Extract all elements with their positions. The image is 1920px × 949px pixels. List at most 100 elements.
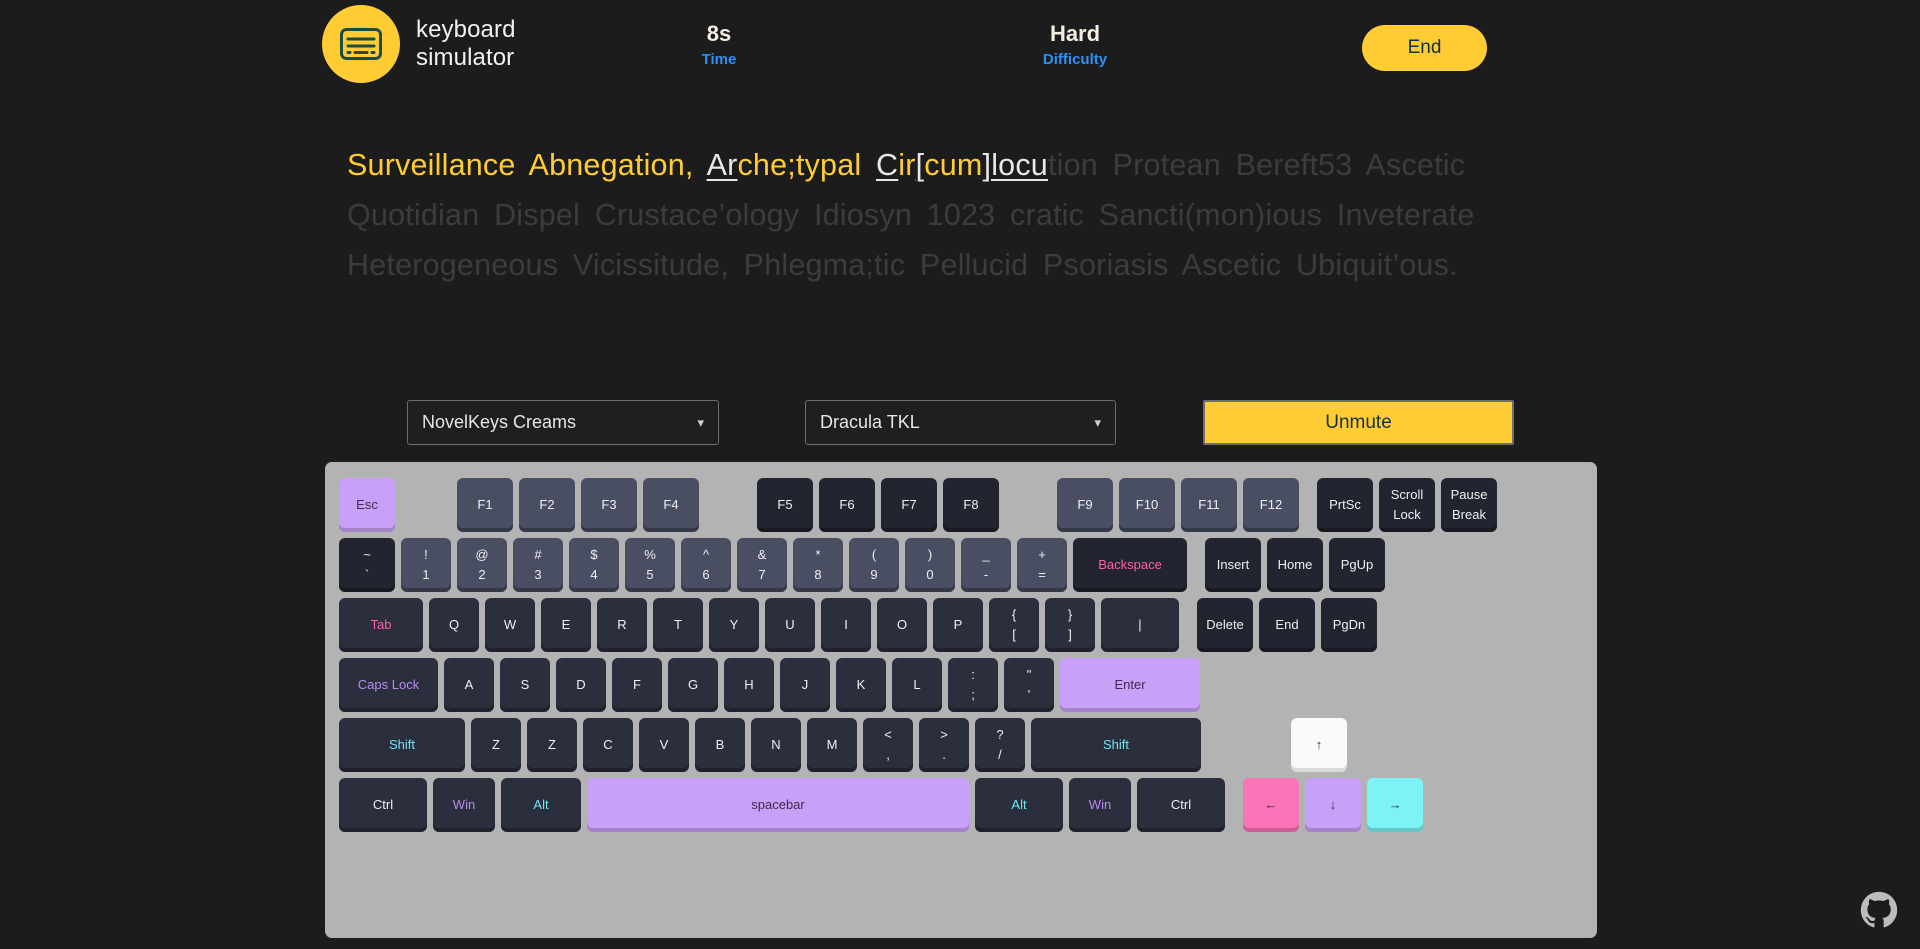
key-legend: Win — [1088, 796, 1112, 812]
key-key[interactable]: _ - — [961, 538, 1011, 592]
key-legend-bottom: - — [983, 567, 989, 582]
key-key[interactable]: ~ ` — [339, 538, 395, 592]
key-z[interactable]: Z — [527, 718, 577, 772]
key-7[interactable]: & 7 — [737, 538, 787, 592]
key-legend: Z — [492, 736, 500, 752]
key-a[interactable]: A — [444, 658, 494, 712]
key-key[interactable]: → — [1367, 778, 1423, 832]
key-spacebar[interactable]: spacebar — [587, 778, 969, 832]
key-r[interactable]: R — [597, 598, 647, 652]
key-enter[interactable]: Enter — [1060, 658, 1200, 712]
key-key[interactable]: :; — [948, 658, 998, 712]
key-caps-lock[interactable]: Caps Lock — [339, 658, 438, 712]
key-legend-bottom: 0 — [926, 567, 934, 582]
key-9[interactable]: (9 — [849, 538, 899, 592]
virtual-keyboard[interactable]: Esc F1 F2 F3 F4 F5 F6 F7 F8 F9 F10 F11 F12 PrtSc Scrol… — [325, 462, 1597, 938]
key-1[interactable]: ! 1 — [401, 538, 451, 592]
key-z[interactable]: Z — [471, 718, 521, 772]
key-f3[interactable]: F3 — [581, 478, 637, 532]
key-alt[interactable]: Alt — [975, 778, 1063, 832]
key-win[interactable]: Win — [433, 778, 495, 832]
key-pgup[interactable]: PgUp — [1329, 538, 1385, 592]
key-f5[interactable]: F5 — [757, 478, 813, 532]
key-6[interactable]: ^ 6 — [681, 538, 731, 592]
key-4[interactable]: $4 — [569, 538, 619, 592]
key-shift[interactable]: Shift — [339, 718, 465, 772]
key-insert[interactable]: Insert — [1205, 538, 1261, 592]
key-end[interactable]: End — [1259, 598, 1315, 652]
layout-select[interactable]: Dracula TKL ▾ — [805, 400, 1116, 445]
key-l[interactable]: L — [892, 658, 942, 712]
key-w[interactable]: W — [485, 598, 535, 652]
key-key[interactable]: | — [1101, 598, 1179, 652]
key-shift[interactable]: Shift — [1031, 718, 1201, 772]
key-i[interactable]: I — [821, 598, 871, 652]
key-scroll-lock[interactable]: Scroll Lock — [1379, 478, 1435, 532]
key-alt[interactable]: Alt — [501, 778, 581, 832]
key-v[interactable]: V — [639, 718, 689, 772]
key-m[interactable]: M — [807, 718, 857, 772]
key-j[interactable]: J — [780, 658, 830, 712]
key-key[interactable]: + = — [1017, 538, 1067, 592]
key-prtsc[interactable]: PrtSc — [1317, 478, 1373, 532]
key-5[interactable]: % 5 — [625, 538, 675, 592]
key-f[interactable]: F — [612, 658, 662, 712]
key-c[interactable]: C — [583, 718, 633, 772]
switch-select[interactable]: NovelKeys Creams ▾ — [407, 400, 719, 445]
key-s[interactable]: S — [500, 658, 550, 712]
key-g[interactable]: G — [668, 658, 718, 712]
key-legend: F2 — [539, 496, 555, 512]
key-y[interactable]: Y — [709, 598, 759, 652]
key-key[interactable]: <, — [863, 718, 913, 772]
key-p[interactable]: P — [933, 598, 983, 652]
key-key[interactable]: ↑ — [1291, 718, 1347, 772]
key-backspace[interactable]: Backspace — [1073, 538, 1187, 592]
key-f1[interactable]: F1 — [457, 478, 513, 532]
key-d[interactable]: D — [556, 658, 606, 712]
key-pgdn[interactable]: PgDn — [1321, 598, 1377, 652]
key-q[interactable]: Q — [429, 598, 479, 652]
key-ctrl[interactable]: Ctrl — [1137, 778, 1225, 832]
key-pause-break[interactable]: Pause Break — [1441, 478, 1497, 532]
key-u[interactable]: U — [765, 598, 815, 652]
key-f6[interactable]: F6 — [819, 478, 875, 532]
key-key[interactable]: >. — [919, 718, 969, 772]
key-ctrl[interactable]: Ctrl — [339, 778, 427, 832]
key-b[interactable]: B — [695, 718, 745, 772]
mute-toggle-button[interactable]: Unmute — [1203, 400, 1514, 445]
key-win[interactable]: Win — [1069, 778, 1131, 832]
key-f11[interactable]: F11 — [1181, 478, 1237, 532]
key-8[interactable]: * 8 — [793, 538, 843, 592]
key-f12[interactable]: F12 — [1243, 478, 1299, 532]
key-e[interactable]: E — [541, 598, 591, 652]
key-key[interactable]: " ' — [1004, 658, 1054, 712]
key-0[interactable]: ) 0 — [905, 538, 955, 592]
key-o[interactable]: O — [877, 598, 927, 652]
key-legend: Z — [548, 736, 556, 752]
key-3[interactable]: #3 — [513, 538, 563, 592]
key-f4[interactable]: F4 — [643, 478, 699, 532]
key-delete[interactable]: Delete — [1197, 598, 1253, 652]
key-k[interactable]: K — [836, 658, 886, 712]
key-f7[interactable]: F7 — [881, 478, 937, 532]
key-key[interactable]: ↓ — [1305, 778, 1361, 832]
key-tab[interactable]: Tab — [339, 598, 423, 652]
key-f8[interactable]: F8 — [943, 478, 999, 532]
key-h[interactable]: H — [724, 658, 774, 712]
key-key[interactable]: }] — [1045, 598, 1095, 652]
key-home[interactable]: Home — [1267, 538, 1323, 592]
key-key[interactable]: ? / — [975, 718, 1025, 772]
key-t[interactable]: T — [653, 598, 703, 652]
keyboard-row-bottom-row: Ctrl Win Alt spacebar Alt Win Ctrl ← ↓ → — [339, 778, 1583, 832]
github-icon[interactable] — [1860, 891, 1898, 929]
key-key[interactable]: ← — [1243, 778, 1299, 832]
key-f9[interactable]: F9 — [1057, 478, 1113, 532]
end-button[interactable]: End — [1362, 25, 1487, 71]
key-f10[interactable]: F10 — [1119, 478, 1175, 532]
key-esc[interactable]: Esc — [339, 478, 395, 532]
key-n[interactable]: N — [751, 718, 801, 772]
key-2[interactable]: @2 — [457, 538, 507, 592]
key-key[interactable]: {[ — [989, 598, 1039, 652]
key-legend: PgUp — [1340, 556, 1374, 572]
key-f2[interactable]: F2 — [519, 478, 575, 532]
